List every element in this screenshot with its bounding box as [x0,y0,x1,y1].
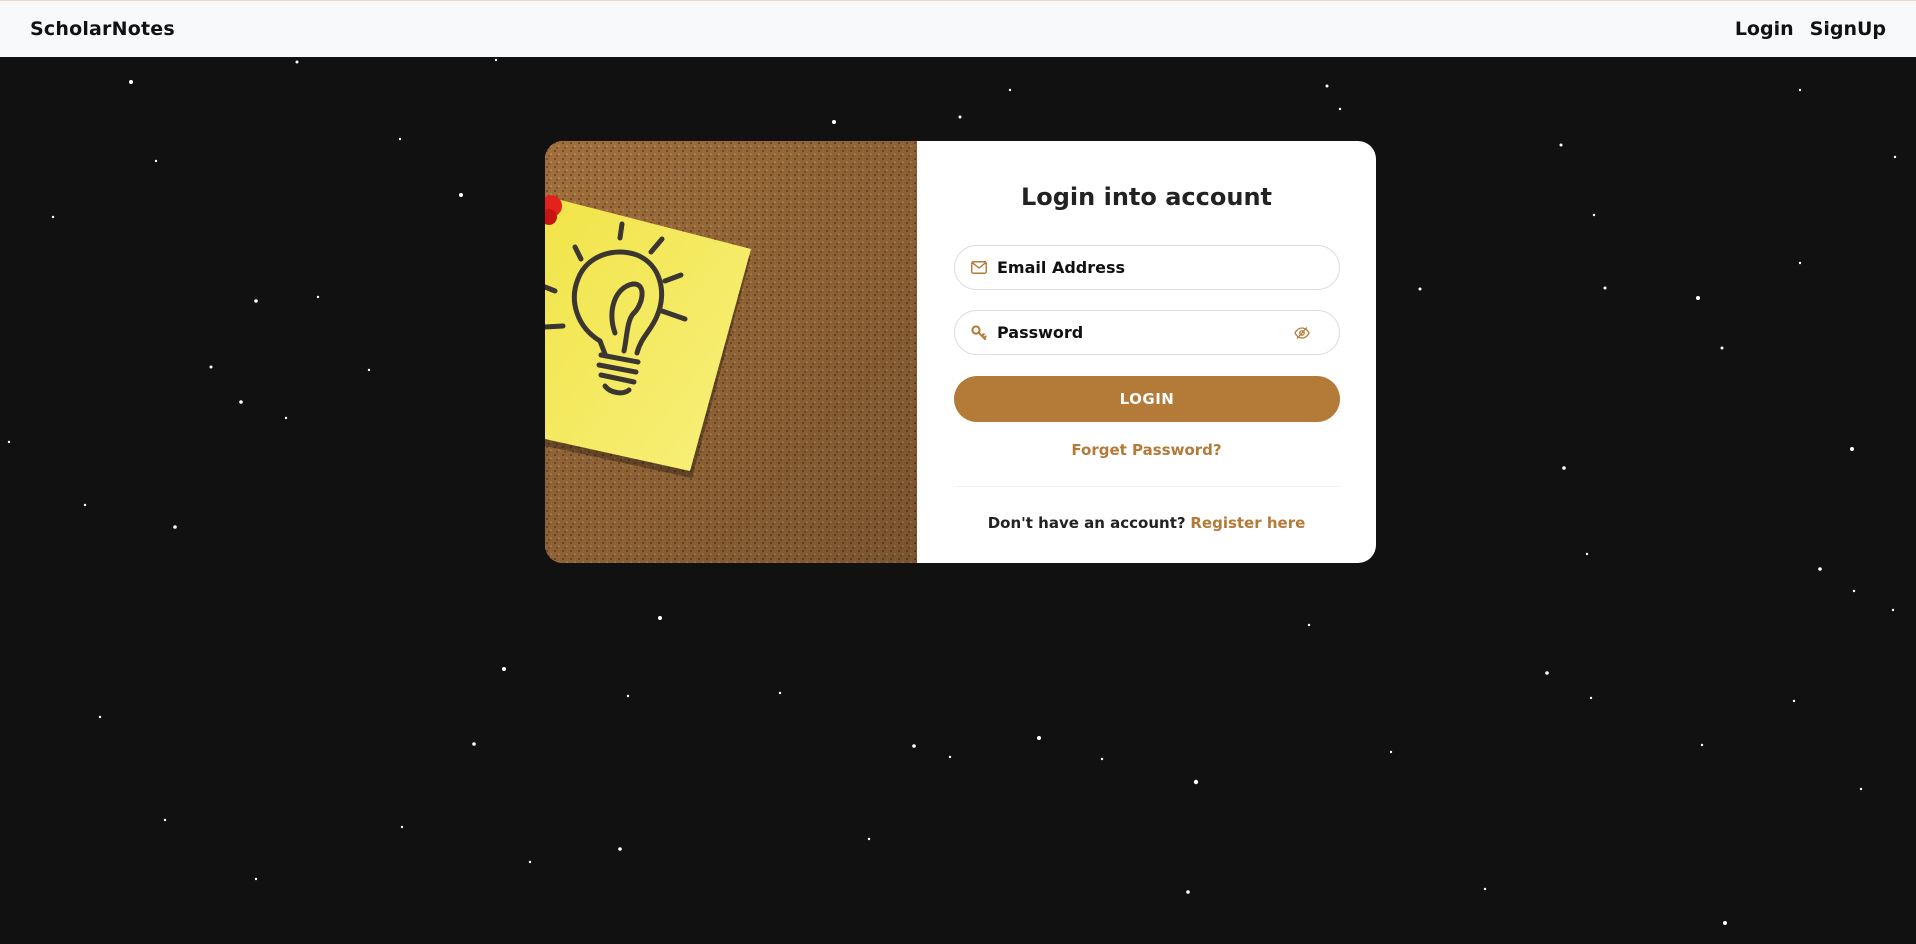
register-prompt-row: Don't have an account? Register here [917,514,1376,532]
nav-signup-link[interactable]: SignUp [1810,18,1886,40]
nav-links: Login SignUp [1735,18,1886,40]
brand-logo[interactable]: ScholarNotes [30,18,175,40]
nav-login-link[interactable]: Login [1735,18,1794,40]
password-input[interactable] [997,323,1291,342]
eye-slash-icon[interactable] [1291,322,1313,344]
key-icon [970,324,988,342]
email-field[interactable] [954,245,1340,290]
password-field[interactable] [954,310,1340,355]
register-prompt-text: Don't have an account? [987,514,1186,532]
forgot-password-link[interactable]: Forget Password? [917,441,1376,459]
email-input[interactable] [997,258,1325,277]
lightbulb-sticky-note-image [545,141,917,563]
divider [954,486,1340,487]
envelope-icon [970,259,988,277]
login-card: Login into account LOGIN Forget Password… [545,141,1376,563]
login-form: Login into account LOGIN Forget Password… [917,141,1376,563]
login-title: Login into account [1020,183,1273,211]
register-link[interactable]: Register here [1190,514,1305,532]
login-button[interactable]: LOGIN [954,376,1340,422]
top-navbar: ScholarNotes Login SignUp [0,0,1916,57]
